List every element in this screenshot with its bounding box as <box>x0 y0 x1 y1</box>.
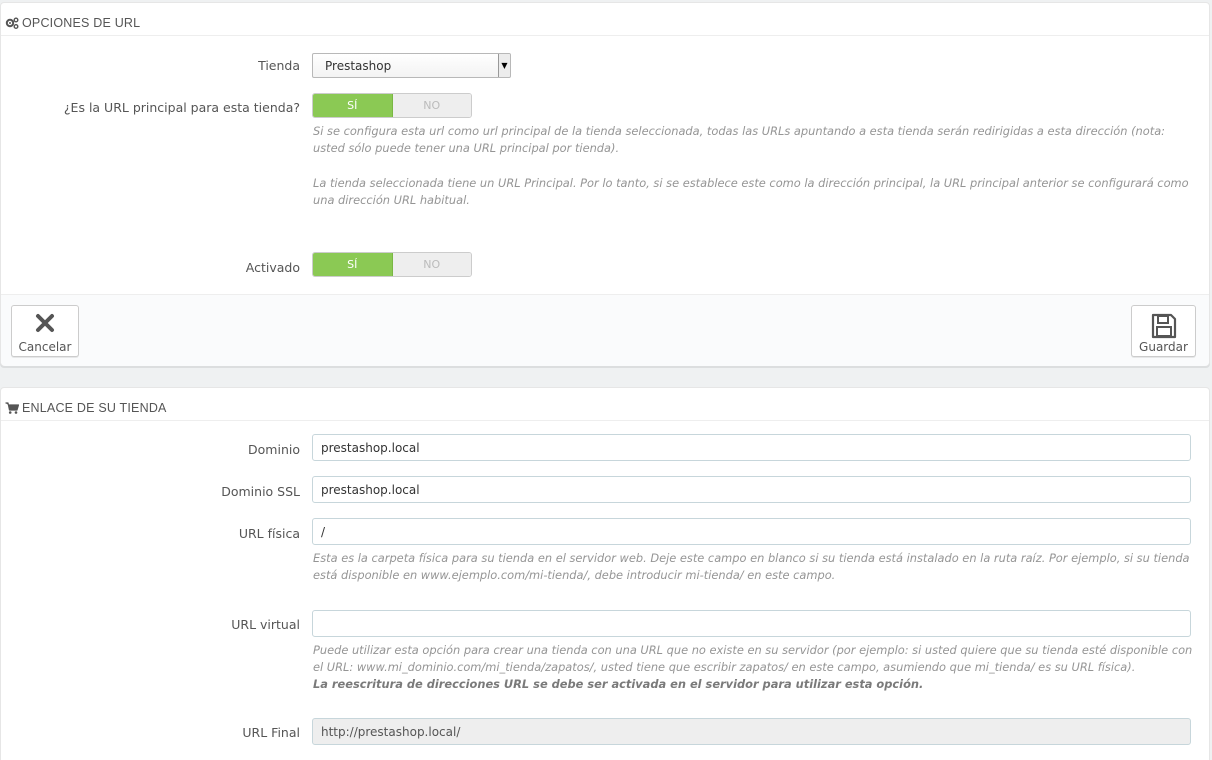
store-link-panel: ENLACE DE SU TIENDA Dominio prestashop.l… <box>0 387 1210 760</box>
store-link-title: ENLACE DE SU TIENDA <box>22 401 167 415</box>
close-icon <box>36 314 54 332</box>
domain-input[interactable]: prestashop.local <box>312 434 1191 461</box>
final-url-input: http://prestashop.local/ <box>312 718 1191 745</box>
main-url-help: Si se configura esta url como url princi… <box>313 124 1166 155</box>
main-url-switch[interactable]: SÍ NO <box>312 93 472 118</box>
store-label: Tienda <box>258 58 300 73</box>
domain-ssl-label: Dominio SSL <box>221 484 300 499</box>
active-no[interactable]: NO <box>392 253 471 276</box>
caret-down-icon: ▼ <box>498 54 510 77</box>
main-url-help-warning: La tienda seleccionada tiene un URL Prin… <box>313 176 1189 207</box>
save-icon <box>1151 313 1176 339</box>
url-options-panel: OPCIONES DE URL Tienda Prestashop ▼ ¿Es … <box>0 2 1210 366</box>
shopping-cart-icon <box>5 402 19 414</box>
panel-footer: Cancelar Guardar <box>1 294 1209 366</box>
url-options-heading: OPCIONES DE URL <box>1 3 1209 36</box>
physical-url-label: URL física <box>238 526 300 541</box>
virtual-url-input[interactable] <box>312 610 1191 637</box>
save-button[interactable]: Guardar <box>1131 305 1196 357</box>
active-switch[interactable]: SÍ NO <box>312 252 472 277</box>
store-select[interactable]: Prestashop ▼ <box>312 53 511 78</box>
cancel-button-label: Cancelar <box>18 340 72 354</box>
final-url-label: URL Final <box>242 725 300 740</box>
main-url-no[interactable]: NO <box>392 94 471 117</box>
main-url-label: ¿Es la URL principal para esta tienda? <box>63 100 300 115</box>
store-link-heading: ENLACE DE SU TIENDA <box>1 388 1209 421</box>
cancel-button[interactable]: Cancelar <box>11 305 79 357</box>
domain-label: Dominio <box>248 442 300 457</box>
physical-url-help: Esta es la carpeta física para su tienda… <box>313 551 1190 582</box>
save-button-label: Guardar <box>1139 340 1188 354</box>
main-url-yes[interactable]: SÍ <box>313 94 393 117</box>
cogs-icon <box>5 17 19 29</box>
url-options-title: OPCIONES DE URL <box>22 16 141 30</box>
virtual-url-help-bold: La reescritura de direcciones URL se deb… <box>313 677 924 691</box>
store-select-value: Prestashop <box>325 59 392 73</box>
active-yes[interactable]: SÍ <box>313 253 393 276</box>
virtual-url-help-text: Puede utilizar esta opción para crear un… <box>313 643 1193 674</box>
active-label: Activado <box>245 260 300 275</box>
virtual-url-help: Puede utilizar esta opción para crear un… <box>313 642 1193 693</box>
virtual-url-label: URL virtual <box>231 617 300 632</box>
physical-url-input[interactable]: / <box>312 518 1191 545</box>
domain-ssl-input[interactable]: prestashop.local <box>312 476 1191 503</box>
